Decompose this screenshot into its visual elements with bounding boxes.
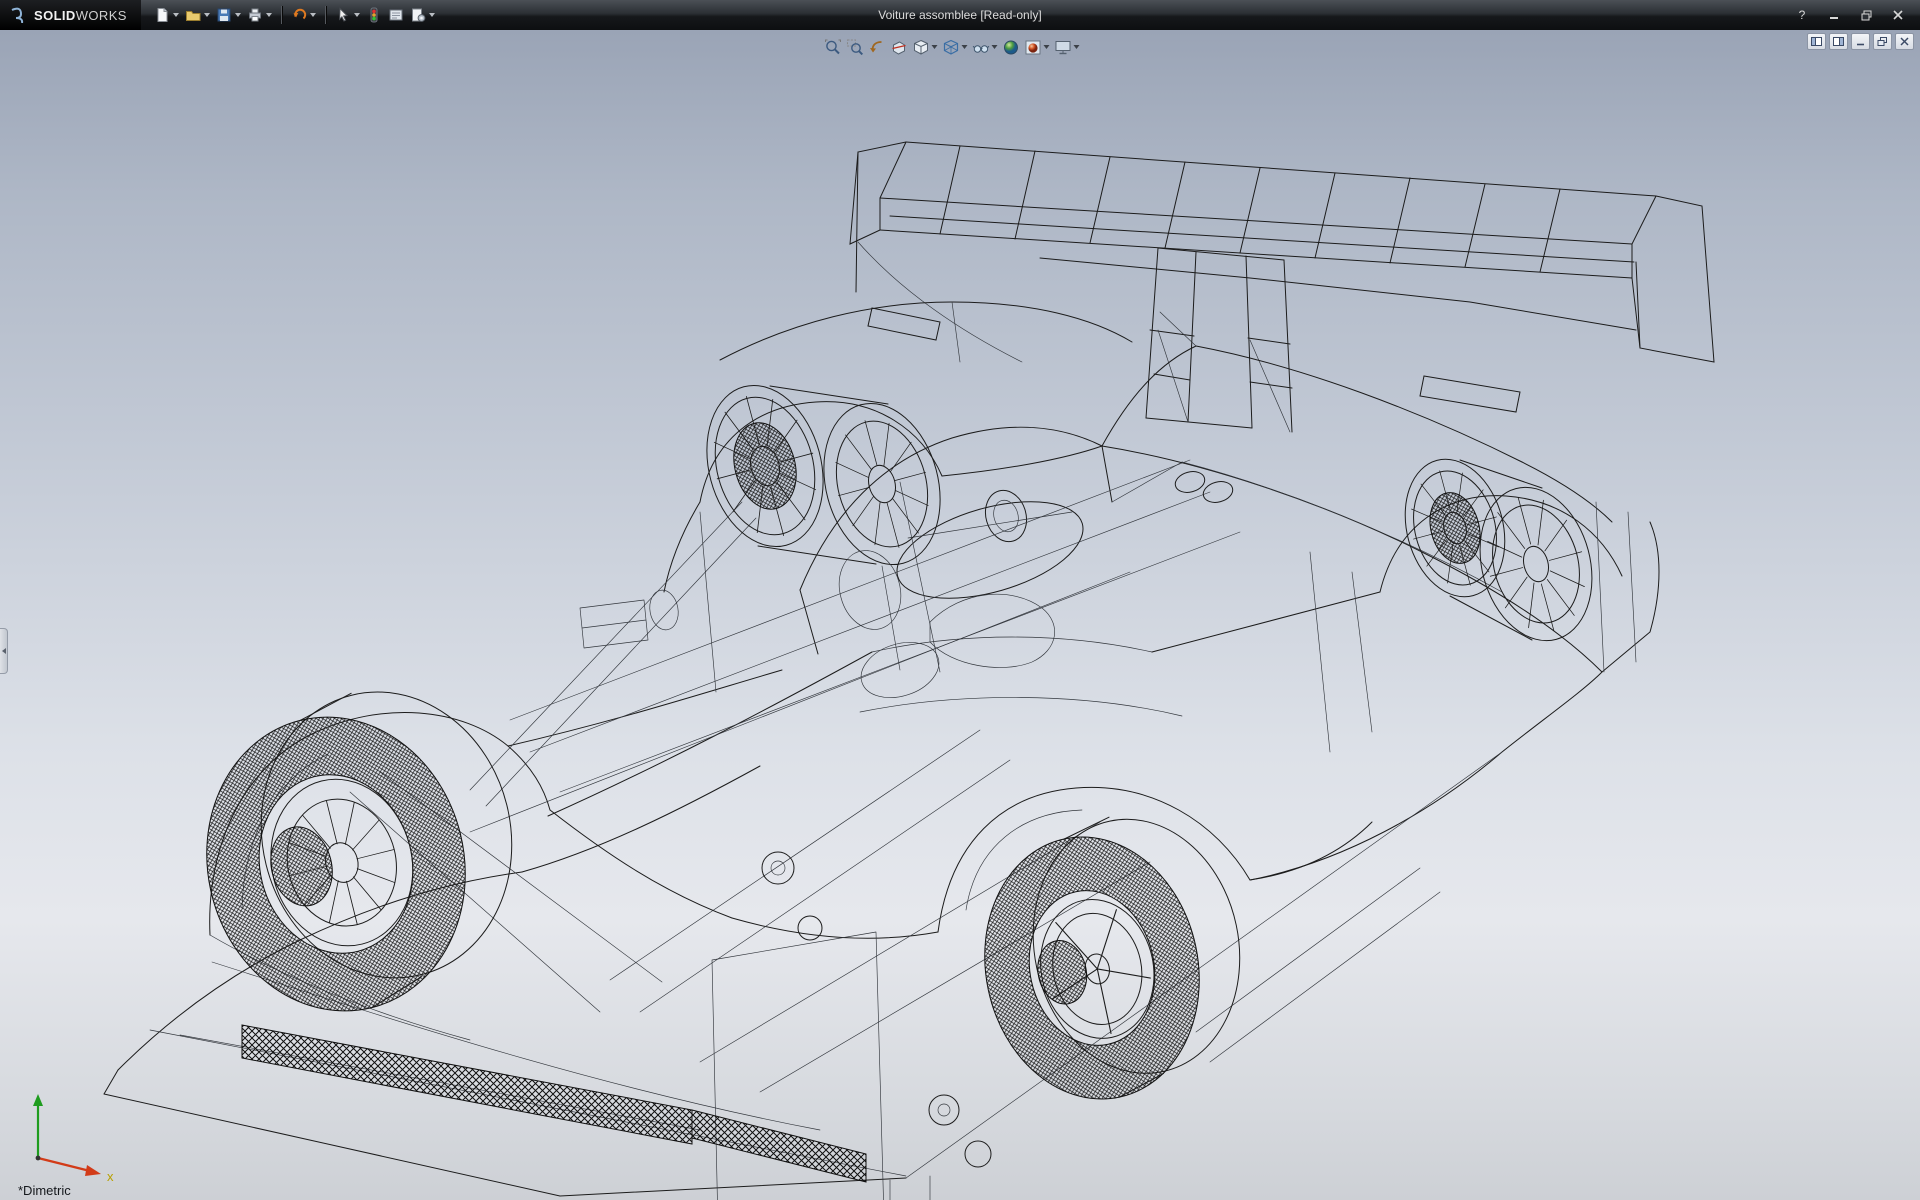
previous-view-icon (868, 39, 885, 56)
previous-view-button[interactable] (866, 36, 887, 58)
model-viewport-canvas[interactable] (0, 30, 1920, 1200)
toolbar-separator (281, 6, 282, 24)
wheel-front-left (173, 663, 547, 1038)
view-settings-icon (1054, 39, 1071, 56)
doc-close-button[interactable] (1895, 33, 1914, 50)
brand-name: SOLIDWORKS (34, 8, 127, 23)
view-orientation-icon (912, 39, 929, 56)
close-icon (1893, 10, 1903, 20)
main-toolbar (151, 3, 438, 27)
apply-scene-button[interactable] (1022, 36, 1051, 58)
new-dropdown-arrow[interactable] (173, 13, 179, 17)
heads-up-view-toolbar (818, 35, 1085, 59)
select-icon (335, 7, 351, 23)
edit-appearance-button[interactable] (1000, 36, 1021, 58)
wheel-rear-left (958, 796, 1266, 1119)
new-document-button[interactable] (151, 3, 182, 27)
graphics-area: x *Dimetric (0, 30, 1920, 1200)
window-title: Voiture assomblee [Read-only] (878, 0, 1041, 30)
close-button[interactable] (1884, 5, 1912, 25)
zoom-fit-icon (824, 39, 841, 56)
pane-left-icon (1811, 37, 1822, 46)
save-icon (216, 7, 232, 23)
toolbar-separator (325, 6, 326, 24)
chevron-left-icon (2, 648, 6, 654)
hide-show-items-dropdown-arrow[interactable] (991, 45, 997, 49)
save-button[interactable] (213, 3, 244, 27)
rear-wing (850, 142, 1714, 432)
print-button[interactable] (244, 3, 275, 27)
undo-dropdown-arrow[interactable] (310, 13, 316, 17)
doc-restore-button[interactable] (1873, 33, 1892, 50)
view-settings-button[interactable] (1052, 36, 1081, 58)
pane-right-button[interactable] (1829, 33, 1848, 50)
wheel-rear-right (1391, 448, 1609, 653)
titlebar: SOLIDWORKS (0, 0, 1920, 30)
open-dropdown-arrow[interactable] (204, 13, 210, 17)
apply-scene-icon (1024, 39, 1041, 56)
display-style-dropdown-arrow[interactable] (961, 45, 967, 49)
view-orientation-button[interactable] (910, 36, 939, 58)
doc-restore-icon (1877, 37, 1888, 47)
apply-scene-dropdown-arrow[interactable] (1043, 45, 1049, 49)
front-splitter-mesh (242, 1025, 866, 1182)
print-dropdown-arrow[interactable] (266, 13, 272, 17)
minimize-icon (1829, 10, 1839, 20)
undo-button[interactable] (288, 3, 319, 27)
doc-minimize-button[interactable] (1851, 33, 1870, 50)
triad-y-axis-arrow (33, 1094, 43, 1106)
edit-appearance-icon (1002, 39, 1019, 56)
solidworks-logo: SOLIDWORKS (0, 0, 141, 30)
display-style-icon (942, 39, 959, 56)
wheel-front-right (690, 372, 958, 577)
view-orientation-dropdown-arrow[interactable] (931, 45, 937, 49)
pane-left-button[interactable] (1807, 33, 1826, 50)
rebuild-icon (366, 7, 382, 23)
minimize-button[interactable] (1820, 5, 1848, 25)
undo-icon (291, 7, 307, 23)
print-icon (247, 7, 263, 23)
reference-triad: x (6, 1084, 136, 1184)
wireframe-model (104, 142, 1714, 1200)
window-controls: ? (1788, 0, 1920, 30)
restore-button[interactable] (1852, 5, 1880, 25)
doc-minimize-icon (1856, 37, 1866, 46)
view-settings-dropdown-arrow[interactable] (1073, 45, 1079, 49)
new-document-icon (154, 7, 170, 23)
hide-show-items-icon (972, 39, 989, 56)
select-button[interactable] (332, 3, 363, 27)
doc-close-icon (1900, 37, 1909, 46)
options-button[interactable] (407, 3, 438, 27)
file-properties-button[interactable] (385, 3, 407, 27)
zoom-fit-button[interactable] (822, 36, 843, 58)
triad-x-axis-arrow (85, 1165, 101, 1176)
zoom-area-button[interactable] (844, 36, 865, 58)
view-orientation-label: *Dimetric (18, 1183, 71, 1198)
open-button[interactable] (182, 3, 213, 27)
options-dropdown-arrow[interactable] (429, 13, 435, 17)
display-style-button[interactable] (940, 36, 969, 58)
select-dropdown-arrow[interactable] (354, 13, 360, 17)
triad-x-label: x (107, 1169, 114, 1184)
zoom-area-icon (846, 39, 863, 56)
help-button[interactable]: ? (1788, 5, 1816, 25)
document-window-controls (1807, 33, 1914, 50)
panel-collapse-handle[interactable] (0, 628, 8, 674)
pane-right-icon (1833, 37, 1844, 46)
section-view-icon (890, 39, 907, 56)
solidworks-window: SOLIDWORKS (0, 0, 1920, 1200)
dassault-3ds-logo-icon (8, 7, 28, 23)
options-icon (410, 7, 426, 23)
restore-icon (1861, 10, 1872, 21)
save-dropdown-arrow[interactable] (235, 13, 241, 17)
rebuild-button[interactable] (363, 3, 385, 27)
file-properties-icon (388, 7, 404, 23)
hide-show-items-button[interactable] (970, 36, 999, 58)
section-view-button[interactable] (888, 36, 909, 58)
open-icon (185, 7, 201, 23)
